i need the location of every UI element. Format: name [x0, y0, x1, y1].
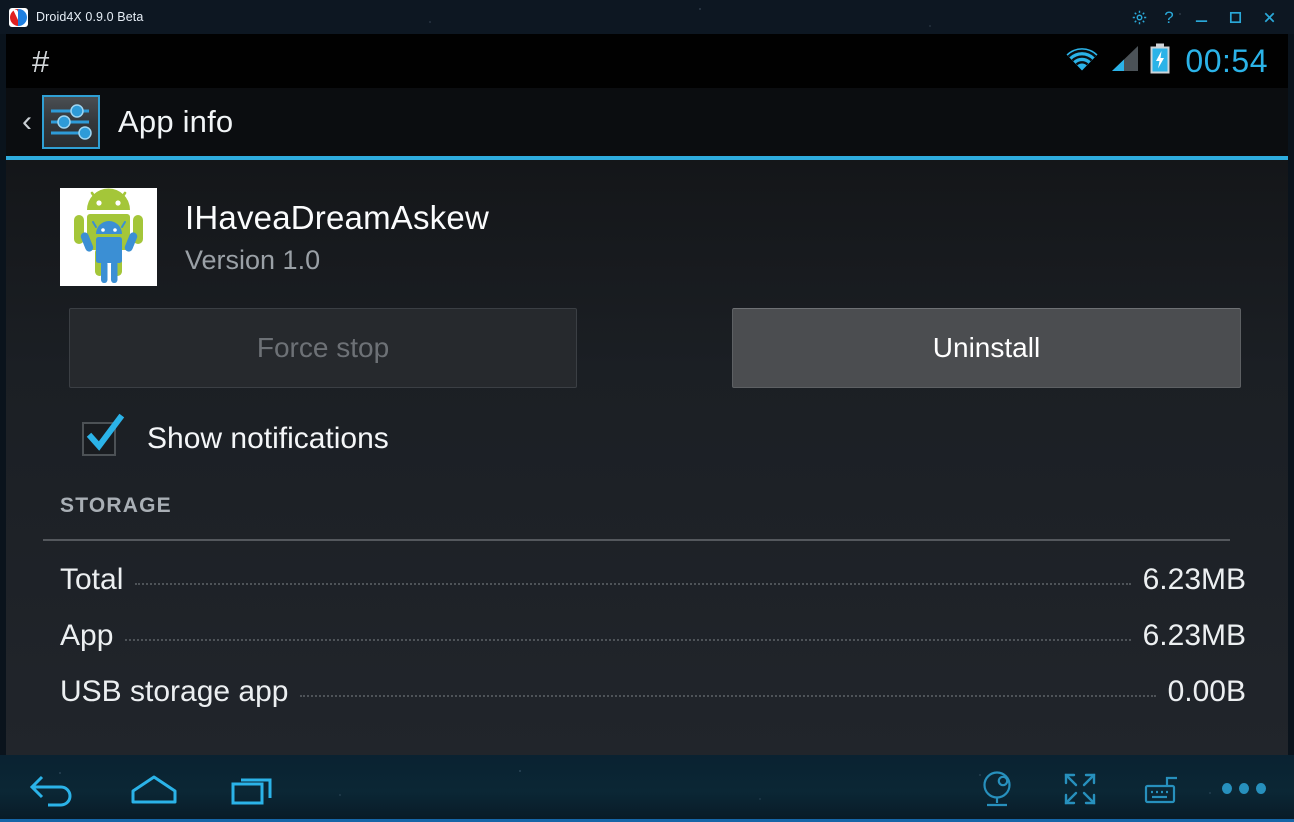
storage-divider	[43, 539, 1230, 541]
storage-row-usb-storage-app[interactable]: USB storage app 0.00B	[60, 675, 1246, 709]
settings-sliders-icon[interactable]	[42, 95, 100, 149]
storage-label: Total	[60, 563, 124, 596]
dot	[1222, 783, 1232, 794]
droid4x-logo-icon	[9, 7, 28, 27]
home-icon[interactable]	[126, 765, 182, 813]
action-button-row: Force stop Uninstall	[60, 308, 1246, 388]
action-bar: ‹ App info	[6, 88, 1288, 156]
app-version: Version 1.0	[185, 244, 321, 275]
show-notifications-label: Show notifications	[147, 422, 389, 455]
battery-charging-icon	[1149, 43, 1171, 80]
recents-icon[interactable]	[226, 765, 282, 813]
window-title: Droid4X 0.9.0 Beta	[36, 10, 144, 24]
maximize-icon[interactable]	[1218, 2, 1252, 32]
app-header-text: IHaveaDreamAskew Version 1.0	[185, 199, 489, 276]
show-notifications-checkbox[interactable]	[82, 413, 125, 456]
android-screen: # 00:54 ‹ App info IHaveaDreamAskew Vers…	[6, 34, 1288, 755]
show-notifications-row[interactable]: Show notifications	[82, 413, 1246, 456]
storage-section: STORAGE Total 6.23MB App 6.23MB USB stor…	[43, 494, 1246, 709]
dot	[1256, 783, 1266, 794]
storage-label: USB storage app	[60, 675, 289, 708]
android-status-bar: # 00:54	[6, 34, 1288, 88]
emulator-bottom-toolbar	[0, 755, 1294, 822]
storage-row-total[interactable]: Total 6.23MB	[60, 563, 1246, 597]
minimize-icon[interactable]	[1184, 2, 1218, 32]
storage-heading: STORAGE	[60, 494, 172, 517]
question-mark-icon[interactable]: ?	[1154, 2, 1184, 32]
android-robot-icon	[60, 188, 157, 286]
dot	[1239, 783, 1249, 794]
wifi-icon	[1063, 44, 1101, 79]
status-clock: 00:54	[1185, 42, 1268, 79]
signal-icon	[1110, 44, 1140, 79]
storage-value: 6.23MB	[1142, 563, 1246, 596]
app-name: IHaveaDreamAskew	[185, 198, 489, 236]
leader-line	[135, 583, 1131, 585]
fullscreen-icon[interactable]	[1058, 767, 1102, 811]
back-chevron-icon[interactable]: ‹	[16, 107, 38, 137]
uninstall-button[interactable]: Uninstall	[732, 308, 1241, 388]
gear-icon[interactable]	[1124, 2, 1154, 32]
emulator-window: Droid4X 0.9.0 Beta ? # 00:54 ‹ App info …	[0, 0, 1294, 822]
back-arrow-icon[interactable]	[26, 765, 82, 813]
storage-value: 6.23MB	[1142, 619, 1246, 652]
leader-line	[125, 639, 1131, 641]
window-controls: ?	[1124, 2, 1294, 32]
status-bar-right: 00:54	[1063, 43, 1268, 80]
app-header: IHaveaDreamAskew Version 1.0	[60, 160, 1246, 286]
close-icon[interactable]	[1252, 2, 1286, 32]
title-bar: Droid4X 0.9.0 Beta ?	[0, 0, 1294, 34]
emulator-tools	[976, 767, 1294, 811]
title-bar-left: Droid4X 0.9.0 Beta	[0, 7, 144, 27]
more-dots-icon[interactable]	[1222, 767, 1266, 811]
force-stop-button[interactable]: Force stop	[69, 308, 577, 388]
webcam-icon[interactable]	[976, 767, 1020, 811]
leader-line	[300, 695, 1156, 697]
storage-row-app[interactable]: App 6.23MB	[60, 619, 1246, 653]
page-title: App info	[118, 104, 234, 139]
status-hash-glyph: #	[32, 43, 50, 79]
android-nav-bar	[0, 765, 282, 813]
app-info-content: IHaveaDreamAskew Version 1.0 Force stop …	[6, 160, 1288, 755]
keyboard-icon[interactable]	[1140, 767, 1184, 811]
window-right-edge	[1288, 34, 1294, 755]
storage-label: App	[60, 619, 114, 652]
storage-value: 0.00B	[1167, 675, 1246, 708]
